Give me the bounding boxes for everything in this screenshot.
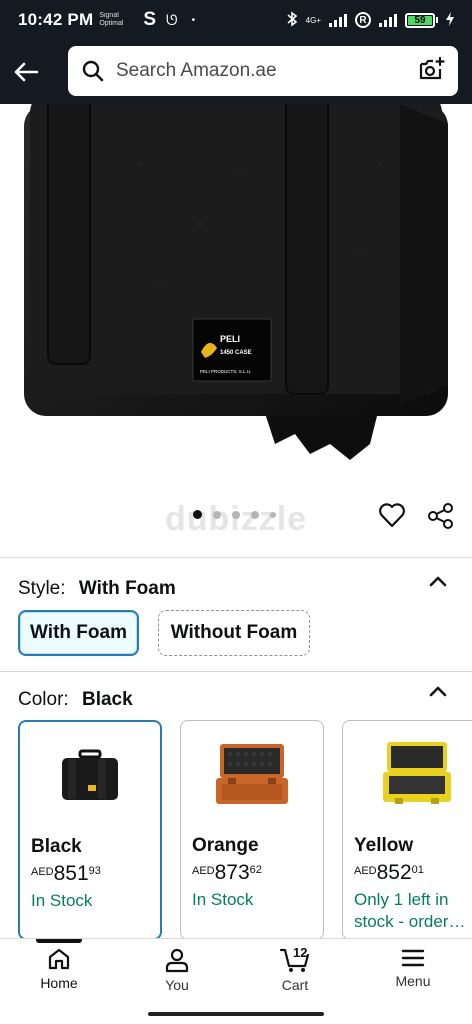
stock-status: In Stock xyxy=(31,891,93,910)
nav-label: Home xyxy=(40,975,78,991)
camera-search-button[interactable] xyxy=(418,56,446,87)
battery-icon: 59 xyxy=(405,12,438,28)
pagination-dot xyxy=(270,511,276,518)
back-arrow-icon xyxy=(14,62,39,82)
section-divider xyxy=(0,557,472,558)
price-whole: 873 xyxy=(214,861,250,884)
section-divider xyxy=(0,671,472,672)
status-mini-text: Signal Optimal xyxy=(99,12,124,27)
style-option-without-foam[interactable]: Without Foam xyxy=(158,610,310,656)
bottom-navigation: Home You 12 Cart Menu xyxy=(0,938,472,1004)
color-collapse-button[interactable] xyxy=(428,684,448,703)
stock-status: In Stock xyxy=(192,890,254,909)
price-fraction: 62 xyxy=(249,864,262,876)
pagination-dot xyxy=(213,510,221,519)
watermark-text: dubizzle xyxy=(165,500,308,538)
color-option-yellow[interactable]: Yellow AED 852 01 Only 1 left in stock -… xyxy=(342,720,472,940)
nav-home[interactable]: Home xyxy=(0,939,118,1004)
chevron-up-icon xyxy=(429,576,447,587)
search-placeholder: Search Amazon.ae xyxy=(116,60,277,81)
style-collapse-button[interactable] xyxy=(428,574,448,593)
product-image: PELI 1450 CASE PELI PRODUCTS, S.L.U. xyxy=(24,104,448,460)
color-option-orange[interactable]: Orange AED 873 62 In Stock xyxy=(180,720,324,940)
price-currency: AED xyxy=(354,865,377,877)
wishlist-button[interactable] xyxy=(378,502,406,533)
pagination-dot-active xyxy=(193,510,202,519)
price-currency: AED xyxy=(192,865,215,877)
case-label-maker: PELI PRODUCTS, S.L.U. xyxy=(200,369,251,374)
price-whole: 851 xyxy=(53,862,89,885)
black-case-image xyxy=(62,749,118,800)
search-icon xyxy=(82,60,104,82)
status-time: 10:42 PM xyxy=(18,10,94,29)
yellow-case-image xyxy=(383,742,451,804)
app-a-icon: ᘎ xyxy=(166,11,178,28)
stock-status: Only 1 left in stock - order… xyxy=(354,890,466,931)
style-selected-value: With Foam xyxy=(78,578,176,599)
image-pagination-dots xyxy=(193,510,276,519)
user-icon xyxy=(165,948,189,973)
nav-menu[interactable]: Menu xyxy=(354,939,472,1004)
color-section-header[interactable]: Color: Black xyxy=(18,689,133,711)
share-icon xyxy=(428,503,453,529)
color-name: Black xyxy=(31,836,82,857)
color-price: AED 873 62 xyxy=(192,861,262,885)
home-icon xyxy=(48,948,70,970)
heart-icon xyxy=(379,503,405,528)
search-header: Search Amazon.ae xyxy=(0,40,472,104)
app-s-icon: S xyxy=(143,9,156,30)
camera-icon xyxy=(419,56,445,79)
case-label-brand: PELI xyxy=(220,334,240,344)
signal-1-icon xyxy=(329,13,347,27)
chevron-up-icon xyxy=(429,686,447,697)
color-label: Color: xyxy=(18,689,69,710)
color-thumbnail xyxy=(343,721,472,831)
roaming-icon: R xyxy=(355,12,371,28)
pagination-dot xyxy=(232,510,240,519)
color-selected-value: Black xyxy=(81,689,133,710)
color-price: AED 851 93 xyxy=(31,862,101,886)
price-fraction: 93 xyxy=(88,865,101,877)
signal-2-icon xyxy=(379,13,397,27)
active-tab-indicator xyxy=(36,939,82,943)
style-option-with-foam[interactable]: With Foam xyxy=(18,610,139,656)
color-name: Orange xyxy=(192,835,259,856)
color-price: AED 852 01 xyxy=(354,861,424,885)
menu-icon xyxy=(401,949,425,967)
nav-cart[interactable]: 12 Cart xyxy=(236,939,354,1004)
charging-icon xyxy=(446,11,454,29)
share-button[interactable] xyxy=(427,502,455,535)
style-section-header[interactable]: Style: With Foam xyxy=(18,578,176,600)
product-image-gallery[interactable]: PELI 1450 CASE PELI PRODUCTS, S.L.U. xyxy=(0,104,472,556)
nav-you[interactable]: You xyxy=(118,939,236,1004)
nav-label: Cart xyxy=(281,977,309,993)
color-name: Yellow xyxy=(354,835,414,856)
color-option-black[interactable]: Black AED 851 93 In Stock xyxy=(18,720,162,940)
case-label-model: 1450 CASE xyxy=(220,350,252,356)
nav-label: Menu xyxy=(395,973,431,989)
price-currency: AED xyxy=(31,866,54,878)
status-bar: 10:42 PM Signal Optimal S ᘎ • 4G+ R 59 xyxy=(0,0,472,40)
gesture-bar[interactable] xyxy=(148,1012,324,1016)
network-type: 4G+ xyxy=(305,15,321,25)
back-button[interactable] xyxy=(0,40,52,104)
search-input[interactable]: Search Amazon.ae xyxy=(68,46,458,96)
price-whole: 852 xyxy=(376,861,412,884)
cart-count-badge: 12 xyxy=(293,945,308,960)
color-thumbnail xyxy=(20,722,160,832)
bluetooth-icon xyxy=(286,10,298,30)
battery-level: 59 xyxy=(408,15,432,26)
nav-label: You xyxy=(165,977,189,993)
color-thumbnail xyxy=(181,721,323,831)
style-label: Style: xyxy=(18,578,66,599)
pagination-dot xyxy=(251,510,259,519)
orange-case-image xyxy=(216,744,288,804)
notification-dot-icon: • xyxy=(191,14,196,26)
price-fraction: 01 xyxy=(411,864,424,876)
